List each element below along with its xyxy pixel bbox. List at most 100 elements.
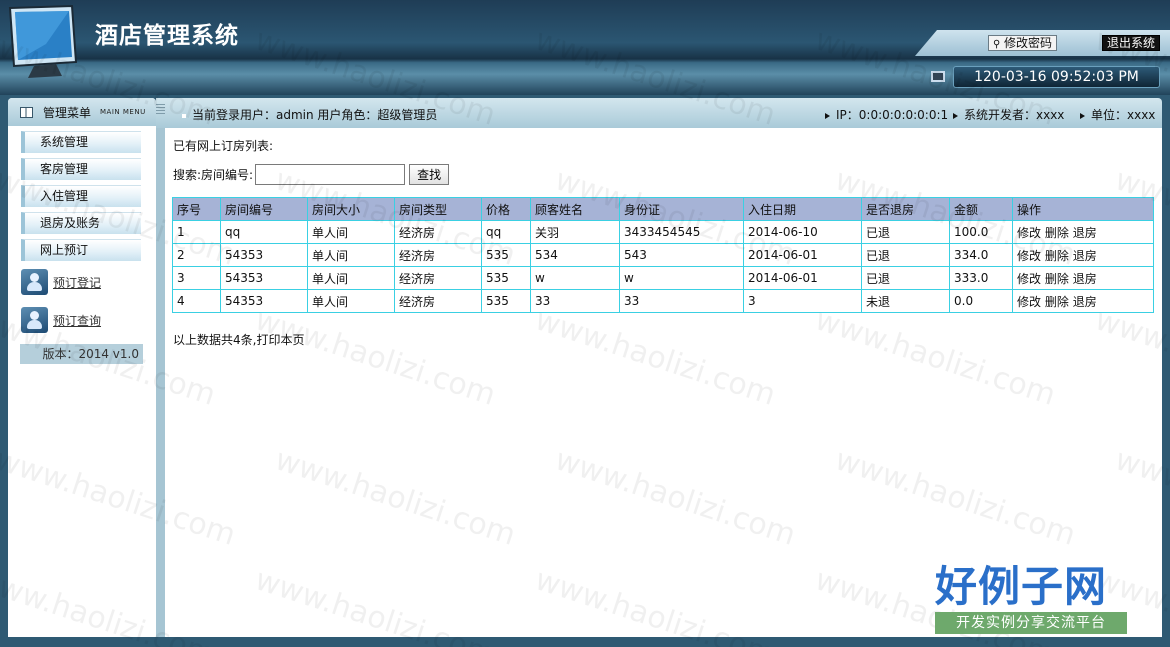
search-label: 搜索:房间编号: bbox=[173, 168, 254, 182]
delete-link[interactable]: 删除 bbox=[1045, 295, 1069, 309]
booking-register-link-row: 预订登记 bbox=[8, 266, 156, 298]
sidebar-title: 管理菜单 bbox=[43, 105, 92, 120]
column-header: 顾客姓名 bbox=[530, 197, 620, 221]
table-cell: w bbox=[530, 266, 620, 290]
table-summary: 以上数据共4条,打印本页 bbox=[173, 333, 305, 347]
sidebar-header: 管理菜单 MAIN MENU bbox=[8, 98, 156, 126]
drag-handle-icon[interactable] bbox=[156, 104, 165, 116]
sidebar-subtitle: MAIN MENU bbox=[100, 108, 146, 116]
column-header: 房间类型 bbox=[394, 197, 482, 221]
ip-info: IP：0:0:0:0:0:0:0:1 bbox=[825, 106, 948, 123]
sidebar-item-rooms[interactable]: 客房管理 bbox=[21, 158, 141, 180]
delete-link[interactable]: 删除 bbox=[1045, 272, 1069, 286]
table-cell: 333.0 bbox=[949, 266, 1013, 290]
sidebar: 管理菜单 MAIN MENU 系统管理 客房管理 入住管理 退房及账务 网上预订… bbox=[8, 98, 156, 637]
table-cell: 543 bbox=[619, 243, 744, 267]
row-actions: 修改 删除 退房 bbox=[1012, 266, 1154, 290]
main-content: 已有网上订房列表: 搜索:房间编号: 查找 序号 房间编号 房间大小 房间类型 … bbox=[165, 128, 1162, 637]
sidebar-item-checkin[interactable]: 入住管理 bbox=[21, 185, 141, 207]
checkout-link[interactable]: 退房 bbox=[1073, 226, 1097, 240]
booking-register-link[interactable]: 预订登记 bbox=[53, 274, 101, 291]
table-cell: 535 bbox=[481, 266, 531, 290]
current-user-text: 当前登录用户：admin 用户角色：超级管理员 bbox=[192, 108, 438, 122]
sidebar-item-system[interactable]: 系统管理 bbox=[21, 131, 141, 153]
table-cell: 经济房 bbox=[394, 266, 482, 290]
column-header: 序号 bbox=[172, 197, 221, 221]
row-actions: 修改 删除 退房 bbox=[1012, 289, 1154, 313]
table-row: 3 54353 单人间 经济房 535 w w 2014-06-01 已退 333.0 修改 删除 … bbox=[172, 266, 1154, 290]
search-button[interactable]: 查找 bbox=[409, 164, 450, 185]
table-cell: 2014-06-10 bbox=[743, 220, 862, 244]
current-user-info: 当前登录用户：admin 用户角色：超级管理员 bbox=[182, 106, 437, 123]
checkout-link[interactable]: 退房 bbox=[1073, 249, 1097, 263]
logout-button[interactable]: 退出系统 bbox=[1102, 35, 1161, 51]
edit-link[interactable]: 修改 bbox=[1017, 249, 1041, 263]
table-cell: 经济房 bbox=[394, 289, 482, 313]
column-header: 金额 bbox=[949, 197, 1013, 221]
table-cell: 关羽 bbox=[530, 220, 620, 244]
unit-text: 单位：xxxx bbox=[1091, 108, 1156, 122]
arrow-right-icon bbox=[1080, 112, 1085, 119]
arrow-right-icon bbox=[953, 112, 958, 119]
user-icon bbox=[21, 269, 48, 295]
edit-link[interactable]: 修改 bbox=[1017, 295, 1041, 309]
bullet-icon bbox=[182, 113, 186, 118]
table-cell: 54353 bbox=[220, 243, 308, 267]
table-row: 2 54353 单人间 经济房 535 534 543 2014-06-01 已退 334.0 修改… bbox=[172, 243, 1154, 267]
table-cell: 535 bbox=[481, 243, 531, 267]
unit-info: 单位：xxxx bbox=[1080, 106, 1155, 123]
table-cell: 经济房 bbox=[394, 220, 482, 244]
checkout-link[interactable]: 退房 bbox=[1073, 295, 1097, 309]
table-header-row: 序号 房间编号 房间大小 房间类型 价格 顾客姓名 身份证 入住日期 是否退房 … bbox=[172, 197, 1154, 221]
table-cell: 已退 bbox=[861, 220, 950, 244]
sidebar-nav: 系统管理 客房管理 入住管理 退房及账务 网上预订 bbox=[8, 126, 156, 261]
table-cell: 33 bbox=[619, 289, 744, 313]
edit-link[interactable]: 修改 bbox=[1017, 272, 1041, 286]
sidebar-item-checkout-billing[interactable]: 退房及账务 bbox=[21, 212, 141, 234]
table-cell: 535 bbox=[481, 289, 531, 313]
booking-query-link-row: 预订查询 bbox=[8, 304, 156, 336]
table-cell: w bbox=[619, 266, 744, 290]
column-header: 房间编号 bbox=[220, 197, 308, 221]
table-cell: 1 bbox=[172, 220, 221, 244]
user-icon bbox=[21, 307, 48, 333]
column-header: 房间大小 bbox=[307, 197, 395, 221]
table-cell: 0.0 bbox=[949, 289, 1013, 313]
delete-link[interactable]: 删除 bbox=[1045, 249, 1069, 263]
table-cell: 已退 bbox=[861, 243, 950, 267]
screen-icon bbox=[931, 71, 945, 82]
app-header: 酒店管理系统 ⚲ 修改密码 退出系统 120-03-16 09:52:03 PM bbox=[0, 0, 1170, 95]
table-cell: 334.0 bbox=[949, 243, 1013, 267]
booking-query-link[interactable]: 预订查询 bbox=[53, 312, 101, 329]
edit-link[interactable]: 修改 bbox=[1017, 226, 1041, 240]
table-cell: qq bbox=[220, 220, 308, 244]
checkout-link[interactable]: 退房 bbox=[1073, 272, 1097, 286]
table-cell: 2 bbox=[172, 243, 221, 267]
table-cell: 2014-06-01 bbox=[743, 266, 862, 290]
list-title: 已有网上订房列表: bbox=[173, 139, 274, 153]
change-password-label: 修改密码 bbox=[1004, 36, 1053, 50]
table-row: 4 54353 单人间 经济房 535 33 33 3 未退 0.0 修改 删除 退房 bbox=[172, 289, 1154, 313]
panel-splitter[interactable] bbox=[156, 128, 165, 637]
table-cell: 经济房 bbox=[394, 243, 482, 267]
table-cell: 单人间 bbox=[307, 220, 395, 244]
table-cell: 54353 bbox=[220, 266, 308, 290]
table-cell: 未退 bbox=[861, 289, 950, 313]
room-number-search-input[interactable] bbox=[255, 164, 406, 185]
row-actions: 修改 删除 退房 bbox=[1012, 220, 1154, 244]
search-row: 搜索:房间编号: 查找 bbox=[173, 164, 450, 185]
change-password-button[interactable]: ⚲ 修改密码 bbox=[988, 35, 1058, 51]
ip-text: IP：0:0:0:0:0:0:0:1 bbox=[836, 108, 949, 122]
table-cell: 33 bbox=[530, 289, 620, 313]
table-cell: 已退 bbox=[861, 266, 950, 290]
status-bar: 当前登录用户：admin 用户角色：超级管理员 IP：0:0:0:0:0:0:0… bbox=[156, 98, 1162, 128]
table-cell: 100.0 bbox=[949, 220, 1013, 244]
app-title: 酒店管理系统 bbox=[95, 22, 239, 49]
sidebar-item-online-booking[interactable]: 网上预订 bbox=[21, 239, 141, 261]
datetime-display: 120-03-16 09:52:03 PM bbox=[953, 66, 1160, 88]
developer-text: 系统开发者：xxxx bbox=[964, 108, 1065, 122]
table-cell: 3 bbox=[172, 266, 221, 290]
delete-link[interactable]: 删除 bbox=[1045, 226, 1069, 240]
table-cell: 2014-06-01 bbox=[743, 243, 862, 267]
column-header: 操作 bbox=[1012, 197, 1154, 221]
